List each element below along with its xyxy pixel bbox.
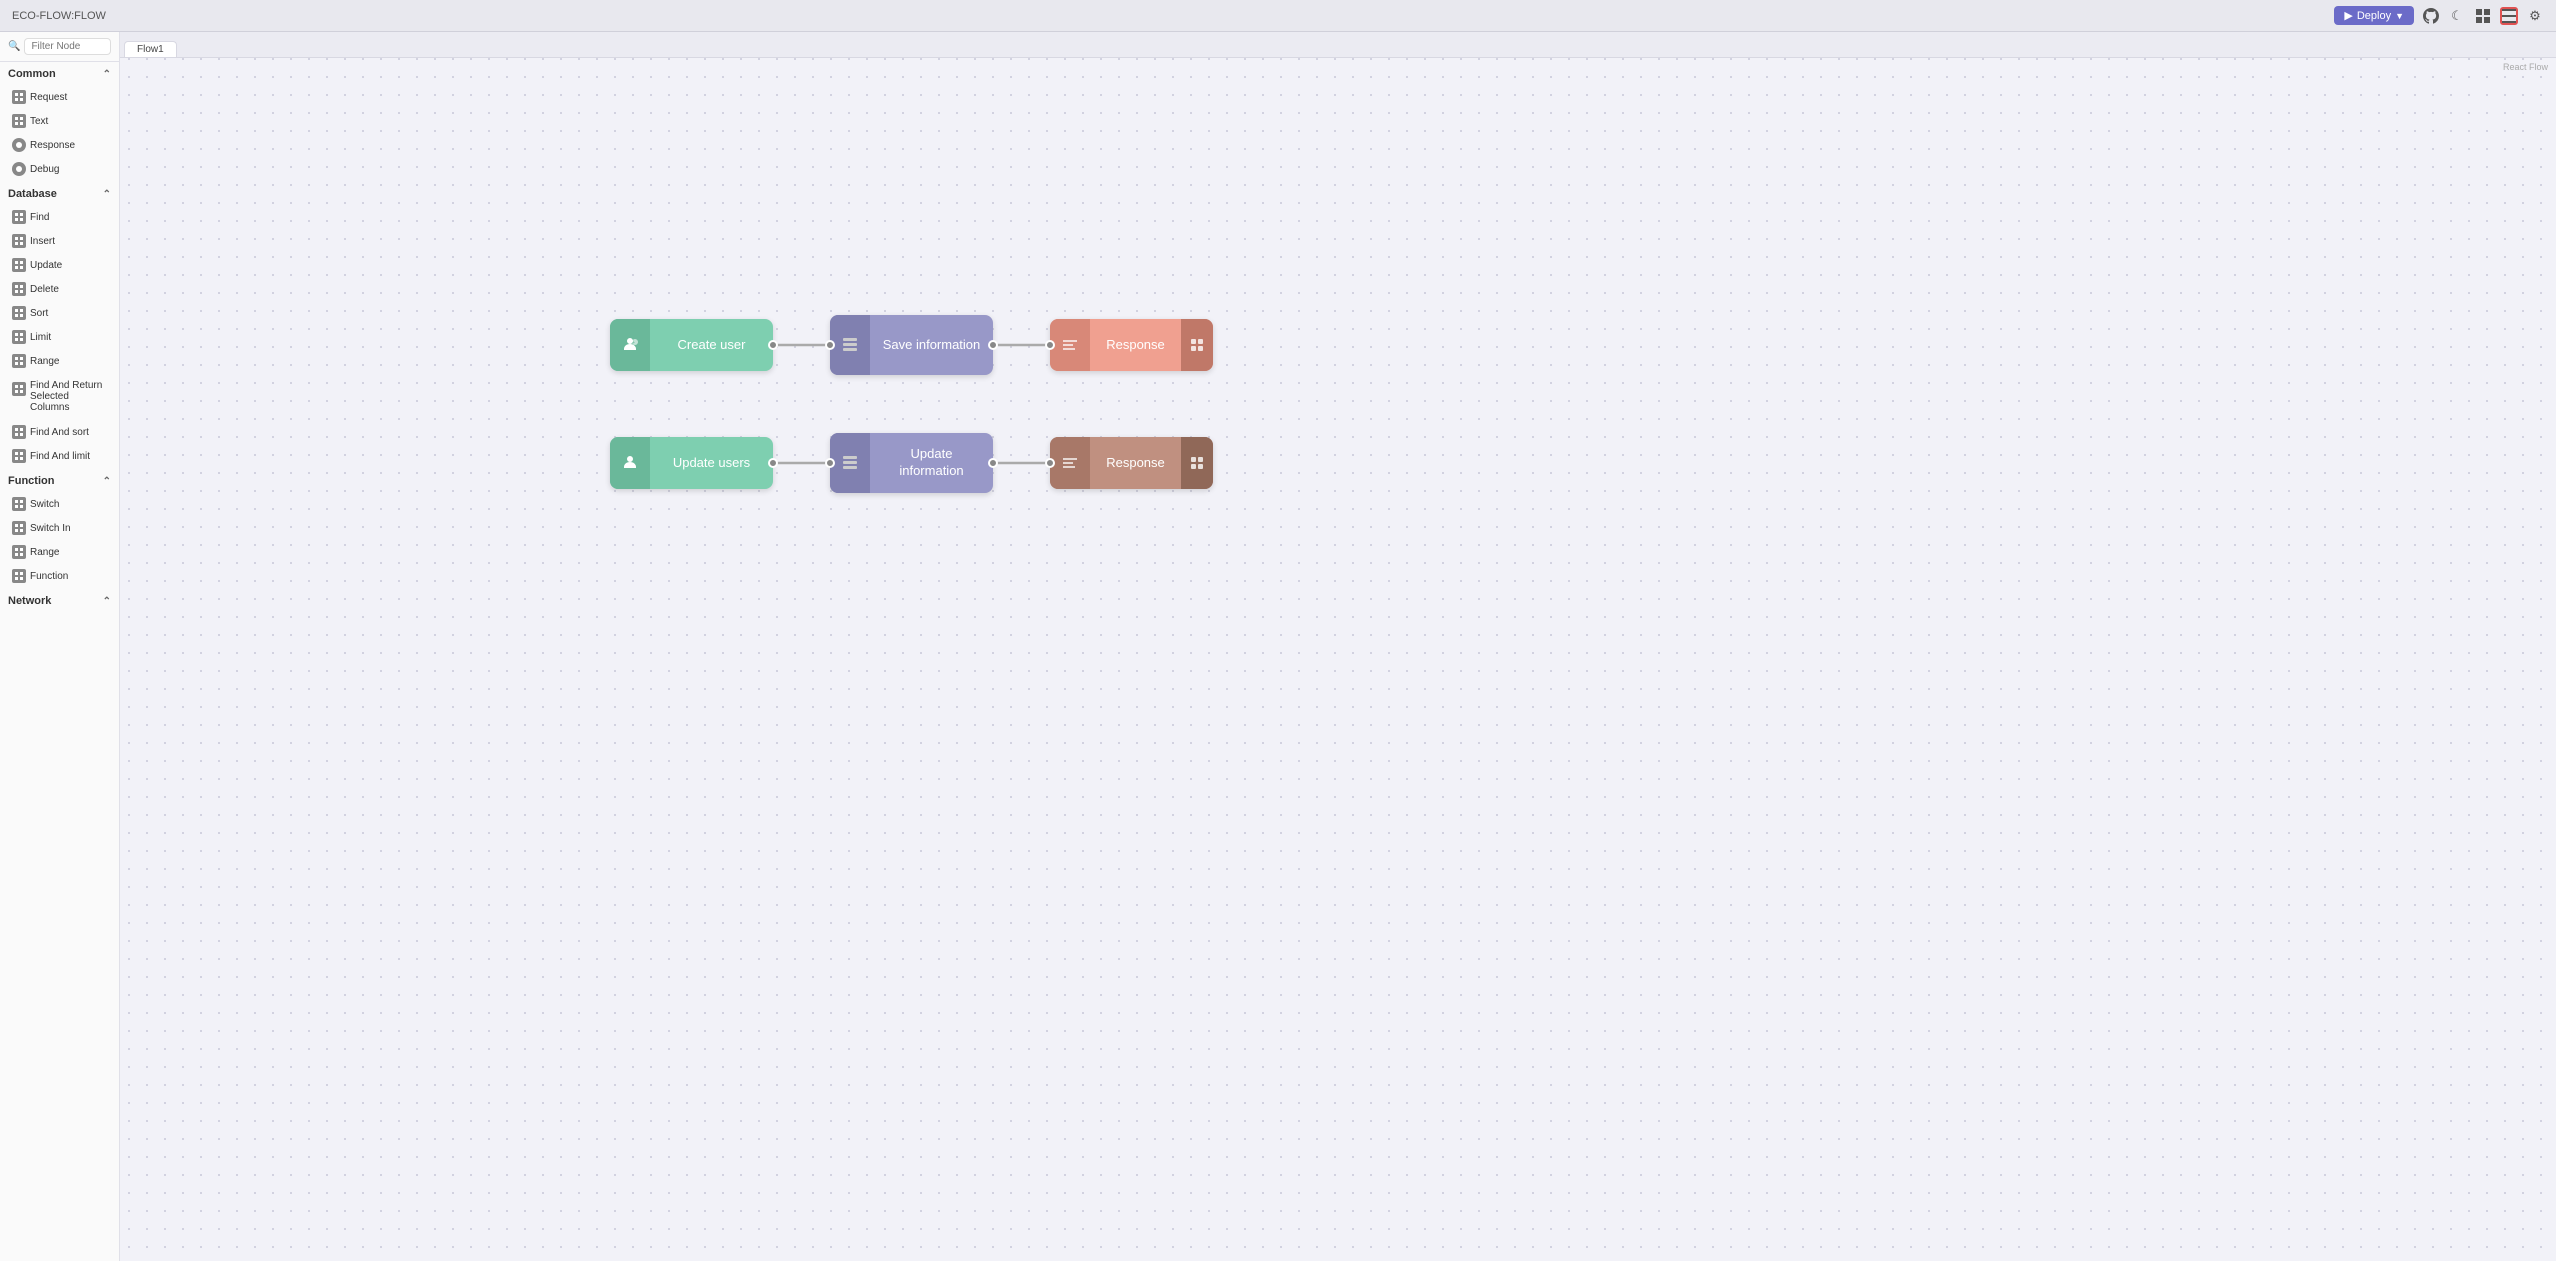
update-users-port-out[interactable] (768, 458, 778, 468)
connectors-svg (120, 58, 2556, 1261)
grid-view-icon[interactable] (2474, 7, 2492, 25)
node-switch-in[interactable]: Switch In (6, 517, 113, 539)
section-function-label: Function (8, 475, 54, 487)
node-insert[interactable]: Insert (6, 230, 113, 252)
tab-bar: Flow1 (120, 32, 2556, 58)
topbar: ECO-FLOW:FLOW ▶ Deploy ▼ ☾ ⚙ (0, 0, 2556, 32)
sidebar: 🔍 Common ⌃ Request Text Response (0, 32, 120, 1261)
save-info-port-out[interactable] (988, 340, 998, 350)
section-network-toggle[interactable]: ⌃ (103, 596, 111, 607)
section-network: Network ⌃ (0, 589, 119, 611)
app-title: ECO-FLOW:FLOW (12, 10, 106, 22)
node-debug[interactable]: Debug (6, 158, 113, 180)
node-response-row1[interactable]: Response (1050, 319, 1213, 371)
node-sort[interactable]: Sort (6, 302, 113, 324)
deploy-dropdown-icon: ▼ (2395, 11, 2404, 21)
filter-container: 🔍 (0, 32, 119, 62)
flow-canvas[interactable]: + Create user Save information (120, 58, 2556, 1261)
node-range-fn[interactable]: Range (6, 541, 113, 563)
deploy-button[interactable]: ▶ Deploy ▼ (2334, 6, 2414, 25)
section-database-label: Database (8, 188, 57, 200)
node-find-return-selected[interactable]: Find And Return Selected Columns (6, 374, 113, 419)
response2-label: Response (1106, 455, 1165, 472)
node-request[interactable]: Request (6, 86, 113, 108)
response1-port-in[interactable] (1045, 340, 1055, 350)
search-icon: 🔍 (8, 41, 20, 52)
deploy-icon: ▶ (2344, 9, 2352, 22)
settings-icon[interactable]: ⚙ (2526, 7, 2544, 25)
node-limit[interactable]: Limit (6, 326, 113, 348)
section-database: Database ⌃ (0, 182, 119, 204)
save-info-label: Save information (883, 337, 981, 354)
response1-label: Response (1106, 337, 1165, 354)
update-info-label: Update information (880, 446, 983, 480)
node-response-row2[interactable]: Response (1050, 437, 1213, 489)
svg-text:+: + (632, 340, 635, 346)
node-update[interactable]: Update (6, 254, 113, 276)
canvas-area[interactable]: Flow1 React Flow (120, 32, 2556, 1261)
node-save-info[interactable]: Save information (830, 315, 993, 375)
node-function[interactable]: Function (6, 565, 113, 587)
panel-toggle-icon[interactable] (2500, 7, 2518, 25)
update-info-port-out[interactable] (988, 458, 998, 468)
node-find-and-limit[interactable]: Find And limit (6, 445, 113, 467)
section-common-label: Common (8, 68, 56, 80)
node-find-and-sort[interactable]: Find And sort (6, 421, 113, 443)
node-text[interactable]: Text (6, 110, 113, 132)
save-info-port-in[interactable] (825, 340, 835, 350)
node-find[interactable]: Find (6, 206, 113, 228)
tab-flow1[interactable]: Flow1 (124, 41, 177, 57)
filter-input[interactable] (24, 38, 111, 55)
node-switch[interactable]: Switch (6, 493, 113, 515)
section-function-toggle[interactable]: ⌃ (103, 476, 111, 487)
section-function: Function ⌃ (0, 469, 119, 491)
section-common: Common ⌃ (0, 62, 119, 84)
section-database-toggle[interactable]: ⌃ (103, 189, 111, 200)
update-users-label: Update users (673, 455, 750, 472)
create-user-label: Create user (678, 337, 746, 354)
theme-icon[interactable]: ☾ (2448, 7, 2466, 25)
node-create-user[interactable]: + Create user (610, 319, 773, 371)
github-icon[interactable] (2422, 7, 2440, 25)
main-layout: 🔍 Common ⌃ Request Text Response (0, 32, 2556, 1261)
node-update-users[interactable]: Update users (610, 437, 773, 489)
topbar-actions: ▶ Deploy ▼ ☾ ⚙ (2334, 6, 2544, 25)
node-update-info[interactable]: Update information (830, 433, 993, 493)
response2-port-in[interactable] (1045, 458, 1055, 468)
create-user-port-out[interactable] (768, 340, 778, 350)
node-delete[interactable]: Delete (6, 278, 113, 300)
section-network-label: Network (8, 595, 51, 607)
node-range[interactable]: Range (6, 350, 113, 372)
node-response-common[interactable]: Response (6, 134, 113, 156)
section-common-toggle[interactable]: ⌃ (103, 69, 111, 80)
update-info-port-in[interactable] (825, 458, 835, 468)
